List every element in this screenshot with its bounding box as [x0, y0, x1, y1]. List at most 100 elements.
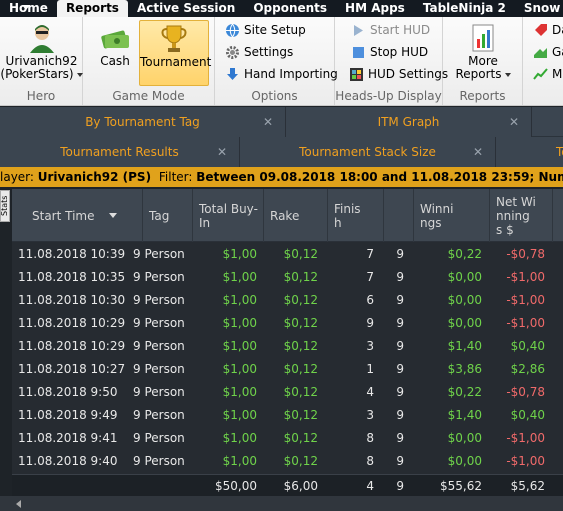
horizontal-scrollbar[interactable]	[0, 496, 563, 511]
chevron-down-icon	[76, 72, 83, 77]
total-rake: $6,00	[283, 479, 318, 493]
tab-active-session[interactable]: Active Session	[128, 0, 244, 17]
cell-win: $0,00	[447, 316, 482, 330]
cell-win: $0,00	[447, 293, 482, 307]
table-row[interactable]: 11.08.2018 10:27 9 Person $1,00 $0,12 1 9 $3,8…	[12, 358, 563, 381]
cell-finish: 7	[366, 247, 374, 261]
tab-itm-graph[interactable]: ITM Graph ✕	[286, 107, 532, 137]
cell-start: 11.08.2018 10:29	[18, 316, 126, 330]
hero-group: Urivanich92 (PokerStars) Hero	[0, 17, 83, 105]
ribbon: Urivanich92 (PokerStars) Hero Cash Tourn…	[0, 17, 563, 106]
tab-hm-apps[interactable]: HM Apps	[336, 0, 414, 17]
filter-bar: layer: Urivanich92 (PS) Filter: Between …	[0, 167, 563, 187]
report-tabs-row-2: Tournament Results ✕ Tournament Stack Si…	[0, 137, 563, 167]
tab-tableninja[interactable]: TableNinja 2	[414, 0, 515, 17]
extra-group: Da Ga M	[523, 17, 563, 105]
green-arrow-icon	[533, 45, 548, 60]
tab-to[interactable]: To	[496, 137, 563, 167]
close-icon[interactable]: ✕	[473, 137, 483, 167]
col-players[interactable]	[384, 189, 414, 242]
cell-players: 9	[396, 293, 404, 307]
cell-net: $2,86	[510, 362, 545, 376]
cell-buyin: $1,00	[222, 408, 257, 422]
globe-icon	[225, 23, 240, 38]
col-start-time[interactable]: Start Time	[12, 189, 143, 242]
table-row[interactable]: 11.08.2018 10:29 9 Person $1,00 $0,12 9 9 $0,0…	[12, 312, 563, 335]
tab-snow[interactable]: Snow	[515, 0, 563, 17]
cell-rake: $0,12	[283, 431, 318, 445]
close-icon[interactable]: ✕	[263, 107, 273, 137]
cell-finish: 7	[366, 270, 374, 284]
table-row[interactable]: 11.08.2018 9:49 9 Person $1,00 $0,12 3 9 $1,40…	[12, 404, 563, 427]
cell-rake: $0,12	[283, 270, 318, 284]
hud-settings-button[interactable]: HUD Settings	[349, 64, 448, 84]
cell-net: -$1,00	[506, 454, 545, 468]
extra-ga-label: Ga	[552, 45, 563, 59]
cell-players: 9	[396, 362, 404, 376]
table-row[interactable]: 11.08.2018 9:41 9 Person $1,00 $0,12 8 9 $0,00…	[12, 427, 563, 450]
header-label: Total Buy-In	[199, 201, 258, 230]
more-reports-label-2: Reports	[455, 67, 502, 81]
start-hud-button[interactable]: Start HUD	[351, 20, 430, 40]
cell-players: 9	[396, 270, 404, 284]
tab-label: ITM Graph	[377, 115, 440, 129]
cell-start: 11.08.2018 9:41	[18, 431, 118, 445]
settings-button[interactable]: Settings	[225, 42, 293, 62]
tab-tournament-stack-size[interactable]: Tournament Stack Size ✕	[240, 137, 496, 167]
tournament-button[interactable]: Tournament	[139, 20, 211, 86]
extra-ga-button[interactable]: Ga	[533, 42, 563, 62]
col-winnings[interactable]: Winnings	[414, 189, 490, 242]
options-group: Site Setup Settings Hand Importing Optio…	[215, 17, 338, 105]
tab-by-tournament-tag[interactable]: By Tournament Tag ✕	[0, 107, 286, 137]
cell-win: $0,00	[447, 454, 482, 468]
header-label: Winnings	[420, 201, 454, 230]
header-label: Start Time	[32, 208, 95, 223]
hud-group-label: Heads-Up Display	[335, 89, 442, 103]
table-row[interactable]: 11.08.2018 10:39 9 Person $1,00 $0,12 7 9 $0,2…	[12, 243, 563, 266]
table-row[interactable]: 11.08.2018 10:30 9 Person $1,00 $0,12 6 9 $0,0…	[12, 289, 563, 312]
cell-finish: 3	[366, 339, 374, 353]
col-tag[interactable]: Tag	[143, 189, 193, 242]
cell-players: 9	[396, 431, 404, 445]
col-net-winnings[interactable]: Net Winnings $	[490, 189, 553, 242]
start-hud-label: Start HUD	[370, 23, 431, 37]
site-setup-button[interactable]: Site Setup	[225, 20, 306, 40]
col-finish[interactable]: Finish	[328, 189, 384, 242]
tab-opponents[interactable]: Opponents	[244, 0, 336, 17]
extra-da-button[interactable]: Da	[533, 20, 563, 40]
cell-start: 11.08.2018 10:27	[18, 362, 126, 376]
more-reports-button[interactable]: More Reports	[449, 20, 517, 86]
scroll-left-icon[interactable]	[16, 500, 21, 508]
cell-buyin: $1,00	[222, 316, 257, 330]
hero-selector[interactable]: Urivanich92 (PokerStars)	[0, 20, 83, 86]
stop-hud-label: Stop HUD	[370, 45, 429, 59]
stop-hud-button[interactable]: Stop HUD	[351, 42, 428, 62]
tab-label: Tournament Stack Size	[299, 145, 436, 159]
tab-tournament-results[interactable]: Tournament Results ✕	[0, 137, 240, 167]
cell-rake: $0,12	[283, 316, 318, 330]
cell-players: 9	[396, 247, 404, 261]
col-rake[interactable]: Rake	[264, 189, 328, 242]
table-row[interactable]: 11.08.2018 10:35 9 Person $1,00 $0,12 7 9 $0,0…	[12, 266, 563, 289]
table-row[interactable]: 11.08.2018 10:29 9 Person $1,00 $0,12 3 9 $1,4…	[12, 335, 563, 358]
stats-side-tab[interactable]: Stats	[0, 190, 10, 222]
total-net-winnings: $5,62	[510, 479, 545, 493]
cell-buyin: $1,00	[222, 247, 257, 261]
cell-rake: $0,12	[283, 362, 318, 376]
header-label: Rake	[270, 208, 300, 223]
tab-reports[interactable]: Reports	[56, 0, 128, 17]
hand-importing-button[interactable]: Hand Importing	[225, 64, 338, 84]
cell-tag: 9 Person	[133, 247, 185, 261]
table-row[interactable]: 11.08.2018 9:50 9 Person $1,00 $0,12 4 9 $0,22…	[12, 381, 563, 404]
extra-m-button[interactable]: M	[533, 64, 562, 84]
cash-button[interactable]: Cash	[90, 20, 140, 86]
reports-group-label: Reports	[459, 89, 506, 103]
close-icon[interactable]: ✕	[217, 137, 227, 167]
cell-finish: 9	[366, 316, 374, 330]
tab-label: Tournament Results	[60, 145, 179, 159]
table-row[interactable]: 11.08.2018 9:40 9 Person $1,00 $0,12 8 9 $0,00…	[12, 450, 563, 473]
cell-players: 9	[396, 454, 404, 468]
cell-buyin: $1,00	[222, 431, 257, 445]
close-icon[interactable]: ✕	[509, 107, 519, 137]
col-total-buyin[interactable]: Total Buy-In	[193, 189, 264, 242]
